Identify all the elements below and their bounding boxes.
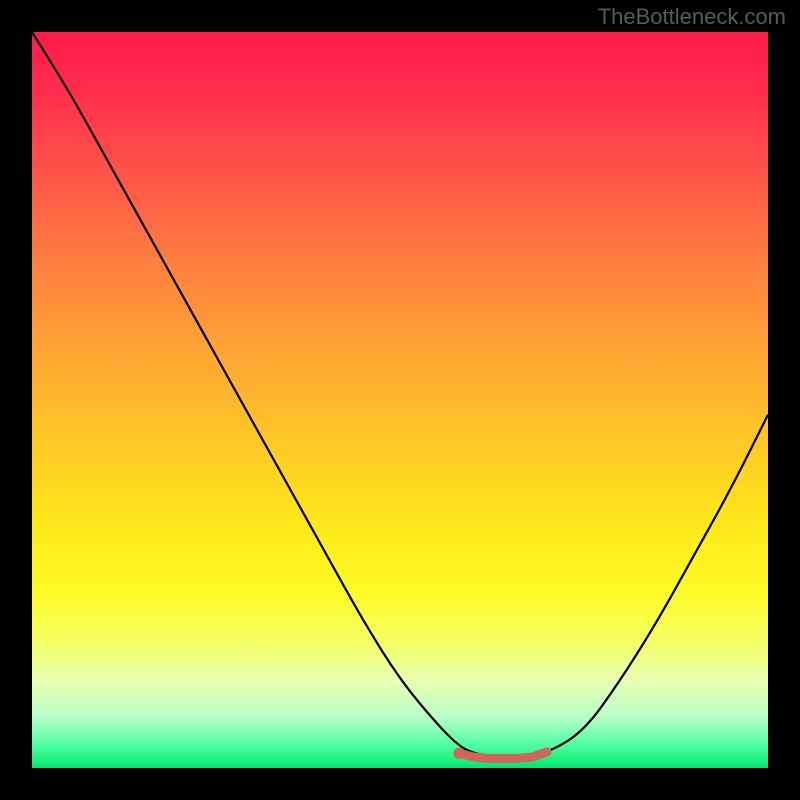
optimal-band-line bbox=[459, 752, 547, 759]
watermark-text: TheBottleneck.com bbox=[598, 4, 786, 30]
bottleneck-curve-line bbox=[32, 32, 768, 757]
optimal-start-dot bbox=[453, 748, 464, 759]
plot-area bbox=[32, 32, 768, 768]
chart-svg bbox=[32, 32, 768, 768]
